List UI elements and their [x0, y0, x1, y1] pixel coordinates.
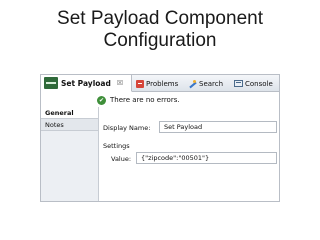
status-bar: ✔ There are no errors.	[41, 93, 279, 107]
settings-label: Settings	[103, 142, 130, 150]
display-name-field[interactable]: Set Payload	[159, 121, 277, 133]
check-icon: ✔	[97, 95, 106, 105]
value-field[interactable]: {"zipcode":"00501"}	[136, 152, 277, 164]
tab-problems-label: Problems	[146, 79, 179, 88]
set-payload-icon	[44, 77, 58, 89]
tab-console-label: Console	[245, 79, 273, 88]
tab-bar: Set Payload ☒ Problems Search Console	[41, 75, 279, 92]
slide-title: Set Payload Component Configuration	[0, 8, 320, 52]
close-icon[interactable]: ☒	[117, 79, 123, 87]
sidebar: General Notes	[41, 107, 99, 201]
editor-window: Set Payload ☒ Problems Search Console ✔ …	[40, 74, 280, 202]
status-message: There are no errors.	[110, 96, 180, 104]
slide-title-line-1: Set Payload Component	[57, 8, 263, 29]
tab-set-payload[interactable]: Set Payload ☒	[41, 75, 132, 92]
problems-icon	[136, 79, 144, 88]
tab-search-label: Search	[199, 79, 224, 88]
display-name-label: Display Name:	[103, 124, 151, 132]
slide-title-line-2: Configuration	[103, 30, 217, 51]
tab-console[interactable]: Console	[234, 75, 273, 92]
tab-set-payload-label: Set Payload	[61, 78, 111, 88]
tab-problems[interactable]: Problems	[136, 75, 178, 92]
value-label: Value:	[111, 155, 132, 163]
sidebar-item-general[interactable]: General	[41, 107, 98, 119]
console-icon	[234, 80, 243, 87]
sidebar-item-notes[interactable]: Notes	[41, 119, 98, 131]
tab-search[interactable]: Search	[189, 75, 223, 92]
search-icon	[189, 79, 197, 88]
